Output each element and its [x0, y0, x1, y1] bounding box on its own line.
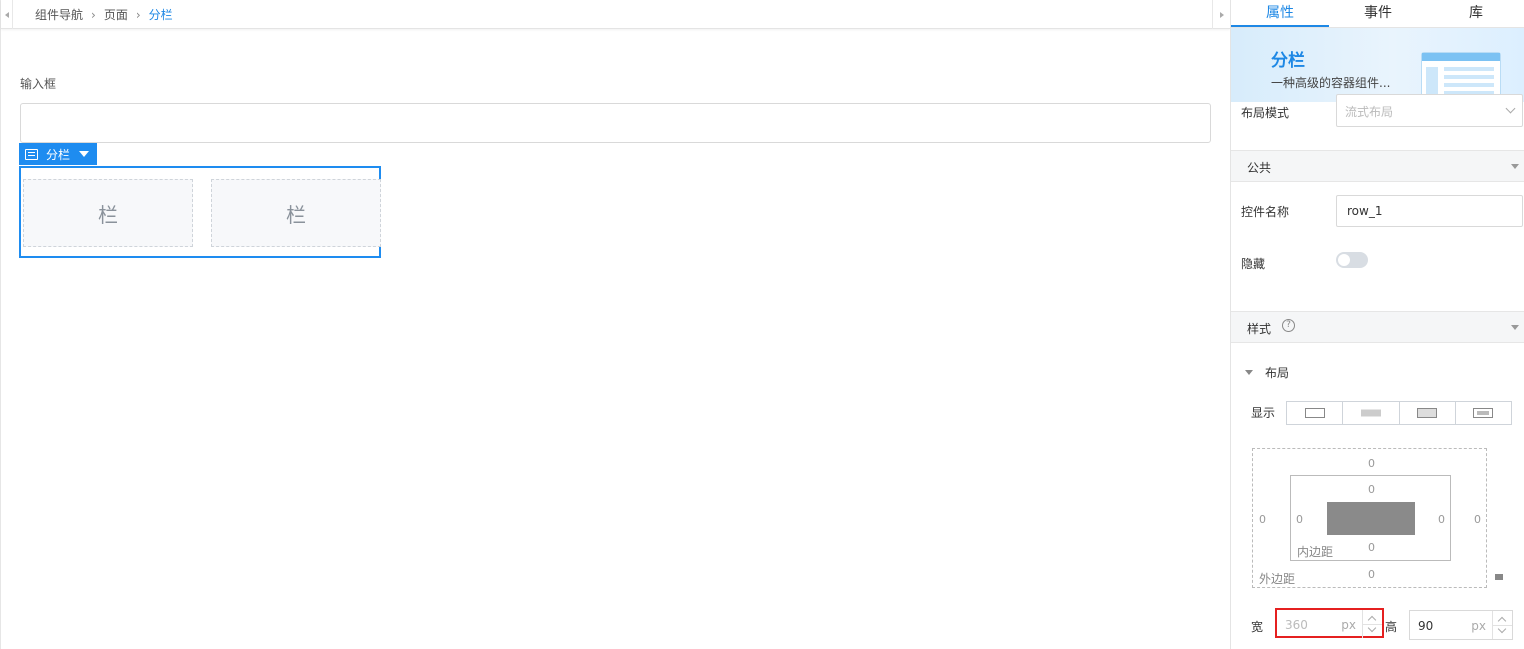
banner-description: 一种高级的容器组件... — [1271, 76, 1391, 90]
margin-left[interactable]: 0 — [1259, 513, 1266, 526]
collapse-right-button[interactable] — [1212, 0, 1230, 29]
padding-right[interactable]: 0 — [1438, 513, 1445, 526]
margin-label: 外边距 — [1259, 572, 1296, 586]
hidden-label: 隐藏 — [1241, 257, 1266, 271]
margin-bottom[interactable]: 0 — [1368, 568, 1375, 581]
chevron-right-icon: › — [91, 7, 96, 22]
tab-events[interactable]: 事件 — [1329, 0, 1427, 27]
padding-left[interactable]: 0 — [1296, 513, 1303, 526]
control-name-input[interactable]: row_1 — [1336, 195, 1523, 227]
display-flex-button[interactable] — [1456, 402, 1511, 424]
breadcrumb-item-page[interactable]: 页面 — [104, 6, 128, 23]
caret-down-icon — [1511, 325, 1519, 330]
margin-top[interactable]: 0 — [1368, 457, 1375, 470]
width-unit: px — [1341, 618, 1356, 632]
section-public-label: 公共 — [1247, 161, 1272, 175]
input-component[interactable] — [20, 103, 1211, 143]
layout-subsection[interactable]: 布局 — [1245, 364, 1289, 381]
column-2[interactable]: 栏 — [211, 179, 381, 247]
input-component-label: 输入框 — [20, 77, 57, 91]
chevron-right-icon: › — [135, 7, 141, 22]
tab-properties[interactable]: 属性 — [1231, 0, 1329, 27]
padding-label: 内边距 — [1297, 545, 1334, 559]
panel-tabs: 属性 事件 库 — [1231, 0, 1524, 28]
section-public[interactable]: 公共 — [1231, 150, 1524, 182]
row-component-selected[interactable]: 栏 栏 — [19, 166, 381, 258]
breadcrumb-item-nav[interactable]: 组件导航 — [35, 6, 83, 23]
display-inline-block-icon — [1417, 408, 1438, 418]
component-tag[interactable]: 分栏 — [19, 143, 97, 165]
margin-box: 0 0 0 0 外边距 0 0 0 0 内边距 — [1252, 448, 1487, 588]
width-value: 360 — [1285, 618, 1308, 632]
width-stepper[interactable] — [1362, 610, 1382, 638]
section-style-label: 样式 — [1247, 322, 1272, 336]
chevron-down-icon — [1505, 103, 1516, 114]
padding-top[interactable]: 0 — [1368, 483, 1375, 496]
column-1[interactable]: 栏 — [23, 179, 193, 247]
property-panel: 属性 事件 库 分栏 一种高级的容器组件... 布局模式 流式布局 公共 控件名… — [1230, 0, 1524, 649]
hidden-toggle[interactable] — [1336, 252, 1368, 268]
breadcrumb-current: 分栏 — [148, 8, 173, 22]
display-inline-block-button[interactable] — [1400, 402, 1456, 424]
canvas-topbar: 组件导航 › 页面 › 分栏 — [1, 0, 1230, 29]
caret-down-icon — [1245, 370, 1253, 375]
width-label: 宽 — [1251, 620, 1264, 634]
margin-right[interactable]: 0 — [1474, 513, 1481, 526]
padding-bottom[interactable]: 0 — [1368, 541, 1375, 554]
component-tag-label: 分栏 — [46, 147, 71, 162]
display-block-icon — [1304, 408, 1325, 418]
component-banner: 分栏 一种高级的容器组件... — [1231, 28, 1524, 102]
display-inline-icon — [1360, 409, 1381, 417]
arrow-right-icon — [1219, 11, 1224, 18]
display-flex-icon — [1473, 408, 1494, 418]
banner-title: 分栏 — [1271, 51, 1305, 71]
padding-box: 0 0 0 0 内边距 — [1290, 475, 1451, 561]
display-inline-button[interactable] — [1343, 402, 1400, 424]
caret-down-icon — [1511, 164, 1519, 169]
collapse-left-button[interactable] — [1, 0, 13, 29]
width-input[interactable]: 360 px — [1275, 608, 1384, 638]
layout-mode-select[interactable]: 流式布局 — [1336, 94, 1523, 127]
content-box — [1327, 502, 1415, 535]
section-style[interactable]: 样式 ? — [1231, 311, 1524, 343]
list-icon — [25, 148, 38, 160]
display-label: 显示 — [1251, 406, 1276, 420]
design-canvas: 组件导航 › 页面 › 分栏 输入框 分栏 栏 栏 — [0, 0, 1230, 649]
layout-subsection-label: 布局 — [1265, 366, 1290, 380]
height-label: 高 — [1385, 620, 1398, 634]
layout-mode-label: 布局模式 — [1241, 106, 1290, 120]
chevron-down-icon[interactable] — [1497, 624, 1507, 634]
arrow-left-icon — [4, 11, 9, 18]
control-name-label: 控件名称 — [1241, 205, 1290, 219]
height-stepper[interactable] — [1492, 611, 1512, 639]
display-mode-group — [1286, 401, 1512, 425]
minus-icon[interactable] — [1495, 574, 1503, 580]
display-block-button[interactable] — [1287, 402, 1344, 424]
breadcrumb: 组件导航 › 页面 › 分栏 — [35, 6, 173, 23]
height-input[interactable]: 90 px — [1409, 610, 1513, 640]
caret-down-icon[interactable] — [79, 151, 90, 157]
help-icon[interactable]: ? — [1282, 319, 1295, 332]
height-value: 90 — [1418, 619, 1434, 633]
chevron-down-icon[interactable] — [1367, 623, 1377, 633]
layout-mode-placeholder: 流式布局 — [1345, 105, 1394, 119]
height-unit: px — [1471, 619, 1486, 633]
tab-library[interactable]: 库 — [1427, 0, 1524, 27]
